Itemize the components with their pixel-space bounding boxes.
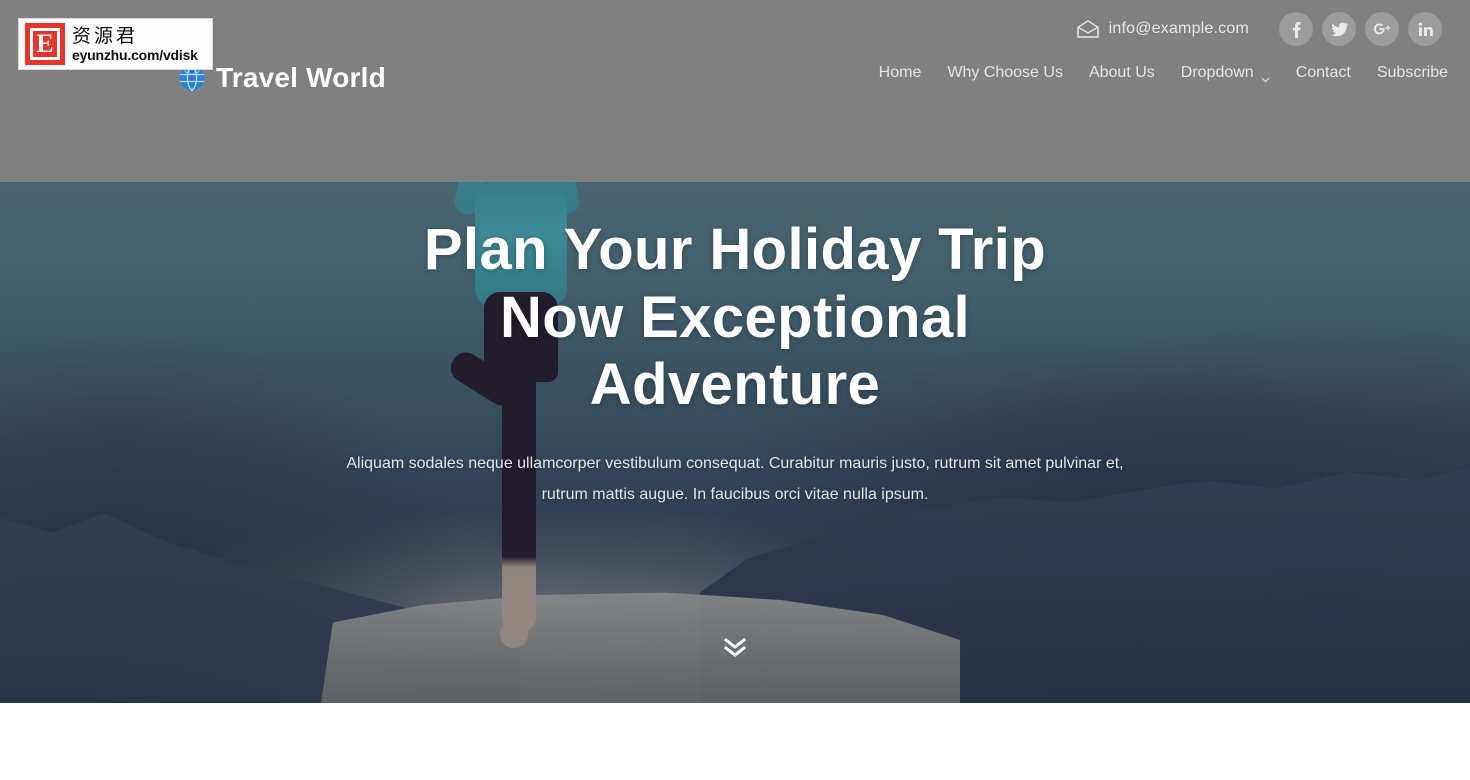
page-body-below-hero: [0, 703, 1470, 780]
social-links: [1279, 12, 1442, 46]
nav-label: Contact: [1295, 64, 1351, 81]
brand-name: Travel World: [216, 62, 386, 93]
nav-label: Subscribe: [1376, 64, 1448, 81]
nav-label: About Us: [1088, 64, 1155, 81]
top-utility-bar: info@example.com: [1076, 12, 1470, 46]
hero-content: Plan Your Holiday Trip Now Exceptional A…: [0, 0, 1470, 703]
nav-label: Dropdown: [1180, 64, 1254, 81]
email-contact[interactable]: info@example.com: [1076, 20, 1249, 38]
hero-section: Plan Your Holiday Trip Now Exceptional A…: [0, 0, 1470, 703]
email-address: info@example.com: [1108, 20, 1249, 37]
watermark-chinese: 资源君: [72, 25, 139, 47]
hero-title: Plan Your Holiday Trip Now Exceptional A…: [423, 217, 1047, 417]
google-plus-icon[interactable]: [1365, 12, 1399, 46]
nav-item-contact[interactable]: Contact: [1283, 64, 1364, 82]
nav-label: Why Choose Us: [947, 64, 1063, 81]
nav-item-why-choose-us[interactable]: Why Choose Us: [934, 64, 1076, 82]
watermark-badge: E: [25, 23, 65, 65]
nav-item-subscribe[interactable]: Subscribe: [1364, 64, 1448, 82]
watermark-overlay: E 资源君 eyunzhu.com/vdisk: [18, 18, 213, 70]
hero-subtitle: Aliquam sodales neque ullamcorper vestib…: [346, 455, 1124, 504]
envelope-open-icon: [1076, 20, 1099, 38]
watermark-text: 资源君 eyunzhu.com/vdisk: [72, 25, 198, 63]
nav-item-home[interactable]: Home: [866, 64, 935, 82]
facebook-icon[interactable]: [1279, 12, 1313, 46]
linkedin-icon[interactable]: [1408, 12, 1442, 46]
watermark-badge-letter: E: [30, 28, 60, 60]
page-root: Plan Your Holiday Trip Now Exceptional A…: [0, 0, 1470, 780]
nav-label: Home: [878, 64, 922, 81]
chevron-down-icon: [1261, 70, 1270, 83]
nav-item-dropdown[interactable]: Dropdown: [1168, 64, 1283, 83]
nav-item-about-us[interactable]: About Us: [1076, 64, 1168, 82]
scroll-down-button[interactable]: [722, 636, 748, 658]
watermark-url: eyunzhu.com/vdisk: [72, 47, 198, 63]
main-navigation: Home Why Choose Us About Us Dropdown Con…: [866, 64, 1448, 83]
twitter-icon[interactable]: [1322, 12, 1356, 46]
